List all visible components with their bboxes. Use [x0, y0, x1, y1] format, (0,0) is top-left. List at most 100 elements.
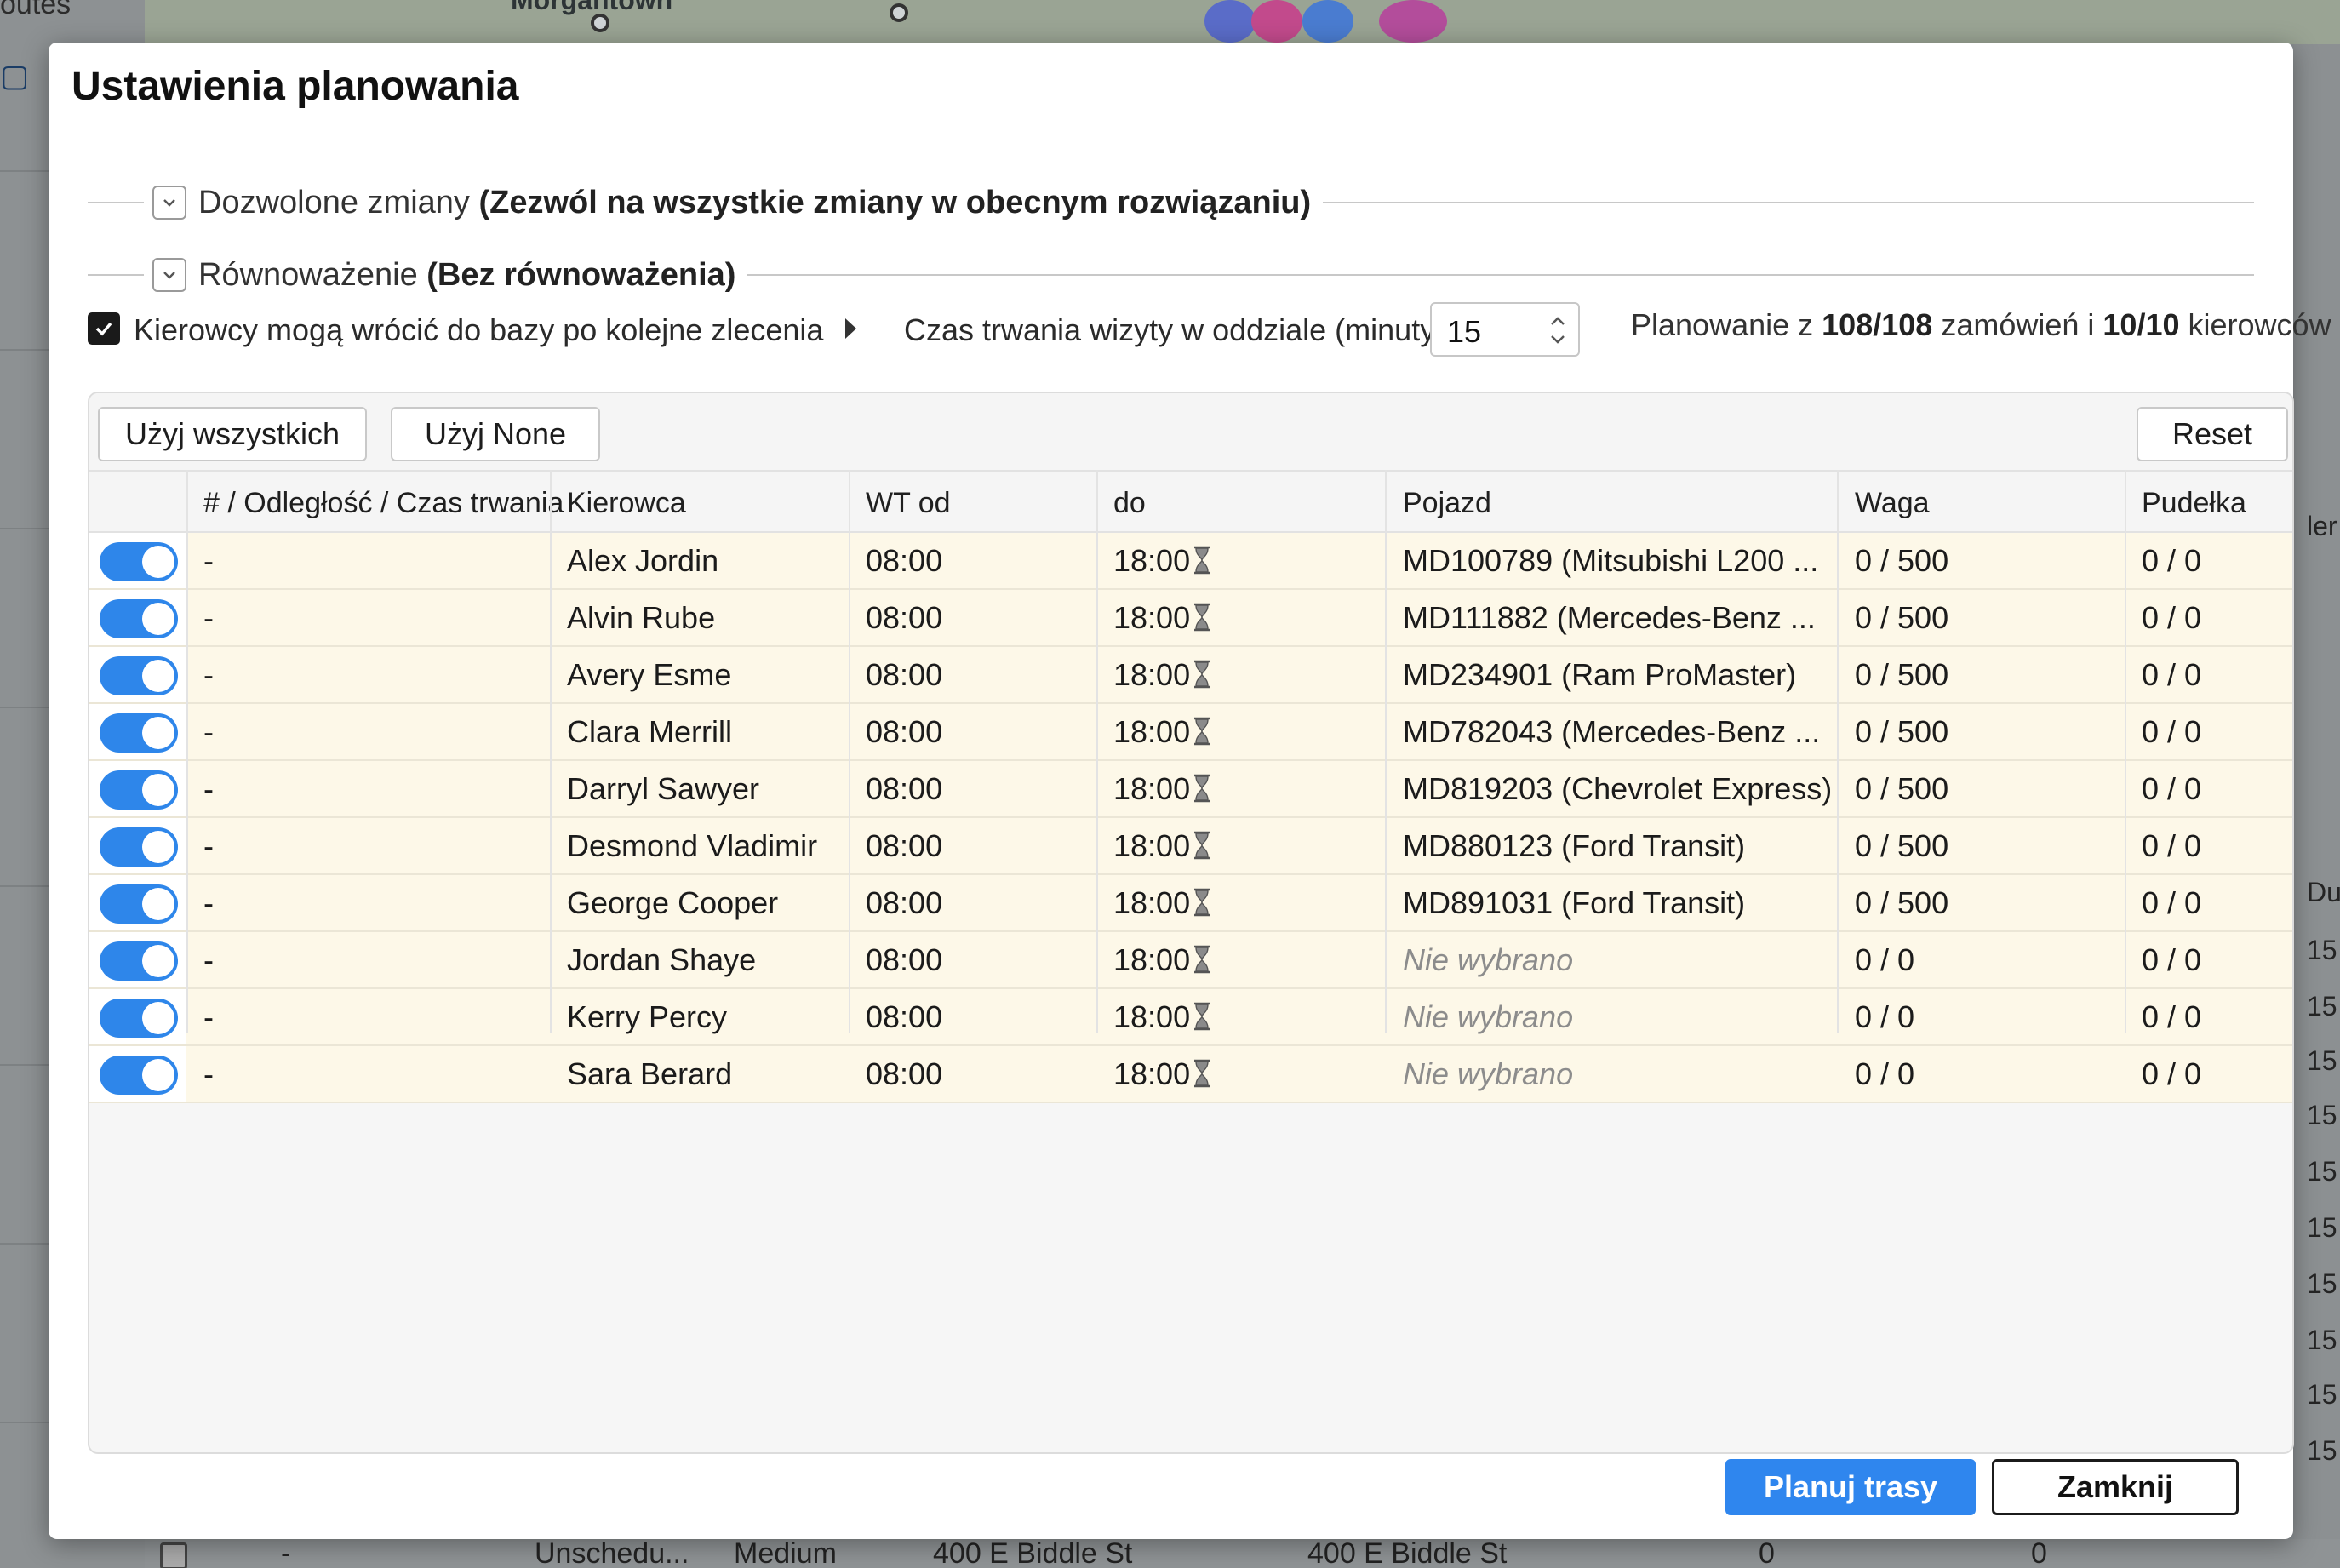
reset-button[interactable]: Reset	[2137, 407, 2288, 461]
background-table-row	[145, 1539, 2340, 1568]
column-header[interactable]: Kierowca	[567, 487, 686, 520]
cell-vehicle[interactable]: MD100789 (Mitsubishi L200 ...	[1403, 543, 1818, 579]
cell-to[interactable]: 18:00	[1113, 657, 1212, 693]
table-row[interactable]: - Kerry Percy 08:00 18:00 Nie wybrano 0 / 0 0 …	[89, 989, 2292, 1046]
use-none-button[interactable]: Użyj None	[391, 407, 600, 461]
hourglass-icon[interactable]	[1192, 603, 1212, 632]
cell-from[interactable]: 08:00	[866, 714, 942, 750]
cell-text: -	[203, 543, 214, 578]
cell-to[interactable]: 18:00	[1113, 714, 1212, 750]
cell-from[interactable]: 08:00	[866, 771, 942, 807]
hourglass-icon[interactable]	[1192, 1059, 1212, 1088]
cell-from[interactable]: 08:00	[866, 657, 942, 693]
section-allowed-changes[interactable]: Dozwolone zmiany (Zezwól na wszystkie zm…	[88, 181, 2254, 224]
cell-to[interactable]: 18:00	[1113, 942, 1212, 978]
section-detail: (Bez równoważenia)	[426, 256, 736, 293]
hourglass-icon[interactable]	[1192, 660, 1212, 689]
caret-right-icon[interactable]	[845, 318, 856, 339]
hourglass-icon[interactable]	[1192, 774, 1212, 803]
driver-enabled-toggle[interactable]	[100, 713, 178, 753]
hourglass-icon[interactable]	[1192, 546, 1212, 575]
use-all-button[interactable]: Użyj wszystkich	[98, 407, 367, 461]
cell-to[interactable]: 18:00	[1113, 771, 1212, 807]
section-detail: (Zezwól na wszystkie zmiany w obecnym ro…	[478, 184, 1312, 220]
section-balancing[interactable]: Równoważenie (Bez równoważenia)	[88, 254, 2254, 296]
divider	[88, 274, 144, 276]
cell-to[interactable]: 18:00	[1113, 828, 1212, 864]
column-header[interactable]: WT od	[866, 487, 951, 520]
driver-enabled-toggle[interactable]	[100, 884, 178, 924]
cell-from[interactable]: 08:00	[866, 885, 942, 921]
cell-from[interactable]: 08:00	[866, 1056, 942, 1092]
driver-enabled-toggle[interactable]	[100, 542, 178, 581]
cell-vehicle[interactable]: Nie wybrano	[1403, 999, 1573, 1035]
table-row[interactable]: - George Cooper 08:00 18:00 MD891031 (Ford T…	[89, 875, 2292, 932]
table-row[interactable]: - Darryl Sawyer 08:00 18:00 MD819203 (Chevro…	[89, 761, 2292, 818]
cell-to[interactable]: 18:00	[1113, 543, 1212, 579]
cell-to[interactable]: 18:00	[1113, 1056, 1212, 1092]
cell-to[interactable]: 18:00	[1113, 885, 1212, 921]
hourglass-icon[interactable]	[1192, 1002, 1212, 1031]
cell-from[interactable]: 08:00	[866, 942, 942, 978]
cell-weight: 0 / 0	[1855, 1056, 1914, 1092]
cell-to[interactable]: 18:00	[1113, 999, 1212, 1035]
column-header[interactable]: Pudełka	[2142, 487, 2246, 520]
cell-text: 18:00	[1113, 828, 1191, 863]
table-row[interactable]: - Alex Jordin 08:00 18:00 MD100789 (Mitsubis…	[89, 533, 2292, 590]
background-right-label: 15	[2307, 1268, 2337, 1299]
column-header[interactable]: Waga	[1855, 487, 1930, 520]
table-row[interactable]: - Desmond Vladimir 08:00 18:00 MD880123 (For…	[89, 818, 2292, 875]
column-header[interactable]: Pojazd	[1403, 487, 1491, 520]
table-row[interactable]: - Clara Merrill 08:00 18:00 MD782043 (Merced…	[89, 704, 2292, 761]
cell-from[interactable]: 08:00	[866, 543, 942, 579]
table-row[interactable]: - Alvin Rube 08:00 18:00 MD111882 (Mercedes-…	[89, 590, 2292, 647]
driver-enabled-toggle[interactable]	[100, 599, 178, 638]
hourglass-icon[interactable]	[1192, 888, 1212, 917]
cell-text: Alex Jordin	[567, 543, 719, 578]
chevron-down-icon[interactable]	[152, 258, 186, 292]
cell-vehicle[interactable]: MD111882 (Mercedes-Benz ...	[1403, 600, 1816, 636]
stepper-arrows-icon[interactable]	[1542, 309, 1573, 352]
cell-vehicle[interactable]: MD819203 (Chevrolet Express)	[1403, 771, 1832, 807]
return-to-base-checkbox[interactable]	[88, 312, 120, 345]
background-right-label: 15	[2307, 1045, 2337, 1076]
column-divider	[1096, 470, 1098, 1033]
cell-text: 0 / 0	[1855, 1056, 1915, 1091]
visit-duration-input[interactable]: 15	[1430, 302, 1580, 357]
cell-vehicle[interactable]: Nie wybrano	[1403, 942, 1573, 978]
visit-duration-value[interactable]: 15	[1447, 314, 1481, 350]
cell-from[interactable]: 08:00	[866, 828, 942, 864]
cell-vehicle[interactable]: MD234901 (Ram ProMaster)	[1403, 657, 1796, 693]
driver-enabled-toggle[interactable]	[100, 1056, 178, 1095]
cell-vehicle[interactable]: MD880123 (Ford Transit)	[1403, 828, 1745, 864]
driver-enabled-toggle[interactable]	[100, 999, 178, 1038]
cell-text: 0 / 0	[2142, 1056, 2202, 1091]
driver-enabled-toggle[interactable]	[100, 827, 178, 867]
cell-to[interactable]: 18:00	[1113, 600, 1212, 636]
driver-enabled-toggle[interactable]	[100, 941, 178, 981]
table-row[interactable]: - Jordan Shaye 08:00 18:00 Nie wybrano 0 / 0 0…	[89, 932, 2292, 989]
cell-vehicle[interactable]: MD891031 (Ford Transit)	[1403, 885, 1745, 921]
cell-vehicle[interactable]: Nie wybrano	[1403, 1056, 1573, 1092]
cell-from[interactable]: 08:00	[866, 600, 942, 636]
cell-text: Nie wybrano	[1403, 942, 1574, 977]
toggle-cell	[89, 647, 186, 702]
table-row[interactable]: - Avery Esme 08:00 18:00 MD234901 (Ram ProMa…	[89, 647, 2292, 704]
driver-enabled-toggle[interactable]	[100, 770, 178, 810]
hourglass-icon[interactable]	[1192, 831, 1212, 860]
background-right-label: Du	[2307, 877, 2340, 907]
table-row[interactable]: - Sara Berard 08:00 18:00 Nie wybrano 0 / 0 0 …	[89, 1046, 2292, 1103]
driver-enabled-toggle[interactable]	[100, 656, 178, 695]
column-header[interactable]: do	[1113, 487, 1146, 520]
cell-from[interactable]: 08:00	[866, 999, 942, 1035]
return-to-base-label[interactable]: Kierowcy mogą wrócić do bazy po kolejne …	[134, 312, 823, 348]
close-button[interactable]: Zamknij	[1992, 1459, 2239, 1515]
chevron-down-icon[interactable]	[152, 186, 186, 220]
cell-driver: Alex Jordin	[567, 543, 718, 579]
plan-routes-button[interactable]: Planuj trasy	[1725, 1459, 1976, 1515]
column-header[interactable]: # / Odległość / Czas trwania	[203, 487, 564, 520]
cell-weight: 0 / 500	[1855, 543, 1948, 579]
cell-vehicle[interactable]: MD782043 (Mercedes-Benz ...	[1403, 714, 1820, 750]
hourglass-icon[interactable]	[1192, 717, 1212, 746]
hourglass-icon[interactable]	[1192, 945, 1212, 974]
